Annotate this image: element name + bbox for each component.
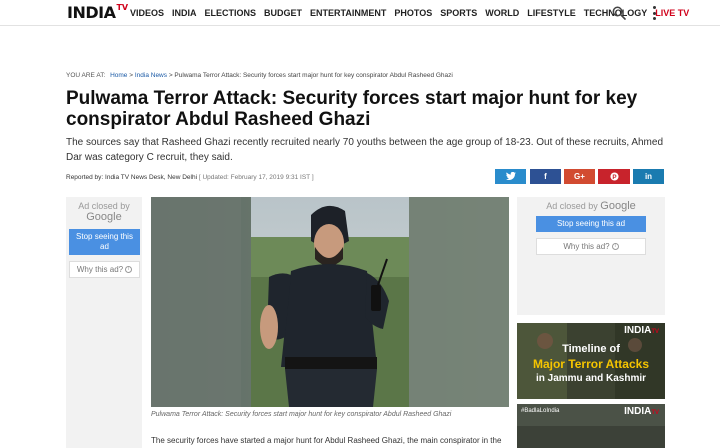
ad-closed-by-text: Ad closed by bbox=[546, 201, 598, 211]
nav-item-lifestyle[interactable]: LIFESTYLE bbox=[527, 8, 576, 18]
nav-item-world[interactable]: WORLD bbox=[485, 8, 519, 18]
photo-caption: Pulwama Terror Attack: Security forces s… bbox=[151, 411, 452, 418]
linkedin-icon: in bbox=[644, 172, 653, 181]
article-summary: The sources say that Rasheed Ghazi recen… bbox=[66, 137, 664, 163]
breadcrumb-section-link[interactable]: India News bbox=[135, 72, 167, 79]
nav-item-sports[interactable]: SPORTS bbox=[440, 8, 477, 18]
indiatv-logo[interactable]: INDIA TV bbox=[67, 3, 128, 23]
nav-item-photos[interactable]: PHOTOS bbox=[394, 8, 432, 18]
nav-item-india[interactable]: INDIA bbox=[172, 8, 197, 18]
breadcrumb-lead: YOU ARE AT: bbox=[66, 72, 106, 79]
logo-india-text: INDIA bbox=[67, 3, 116, 22]
soldier-photo bbox=[151, 197, 509, 407]
ad-google-text: Google bbox=[600, 200, 636, 212]
search-icon[interactable] bbox=[612, 6, 626, 20]
promo-badla-lo-india[interactable]: #BadlaLoIndia INDIATV bbox=[517, 404, 665, 448]
promo-logo-tv: TV bbox=[651, 329, 659, 335]
more-options-icon[interactable] bbox=[650, 5, 658, 21]
nav-item-entertainment[interactable]: ENTERTAINMENT bbox=[310, 8, 386, 18]
promo-indiatv-logo: INDIATV bbox=[624, 325, 659, 336]
article-headline: Pulwama Terror Attack: Security forces s… bbox=[66, 88, 638, 130]
nav-item-elections[interactable]: ELECTIONS bbox=[205, 8, 257, 18]
why-this-ad-label: Why this ad? bbox=[76, 265, 124, 274]
share-facebook-button[interactable]: f bbox=[530, 169, 561, 184]
breadcrumb: YOU ARE AT: Home > India News > Pulwama … bbox=[66, 72, 453, 79]
logo-tv-text: TV bbox=[116, 3, 129, 12]
byline: Reported by: India TV News Desk, New Del… bbox=[66, 174, 314, 181]
twitter-icon bbox=[505, 172, 516, 181]
ad-closed-label: Ad closed by Google bbox=[66, 197, 142, 223]
article-photo[interactable] bbox=[151, 197, 509, 407]
share-linkedin-button[interactable]: in bbox=[633, 169, 664, 184]
promo-logo-text: INDIA bbox=[624, 325, 652, 336]
promo2-logo-tv: TV bbox=[651, 410, 659, 416]
pinterest-icon: P bbox=[609, 172, 619, 181]
breadcrumb-home-link[interactable]: Home bbox=[110, 72, 127, 79]
nav-item-videos[interactable]: VIDEOS bbox=[130, 8, 164, 18]
byline-reporter: Reported by: India TV News Desk, New Del… bbox=[66, 174, 198, 181]
google-plus-icon: G+ bbox=[574, 172, 585, 181]
breadcrumb-current: Pulwama Terror Attack: Security forces s… bbox=[174, 72, 453, 79]
why-this-ad-label: Why this ad? bbox=[563, 242, 610, 251]
info-icon: i bbox=[125, 266, 133, 274]
byline-updated: [ Updated: February 17, 2019 9:31 IST ] bbox=[198, 174, 314, 181]
stop-seeing-ad-button[interactable]: Stop seeing this ad bbox=[69, 229, 140, 255]
ad-google-text: Google bbox=[86, 211, 122, 223]
promo-line2: Major Terror Attacks bbox=[532, 357, 650, 371]
article-body-first-line: The security forces have started a major… bbox=[151, 436, 502, 445]
facebook-icon: f bbox=[544, 172, 547, 181]
promo-terror-timeline[interactable]: INDIATV Timeline of Major Terror Attacks… bbox=[517, 323, 665, 399]
share-google-plus-button[interactable]: G+ bbox=[564, 169, 595, 184]
why-this-ad-button[interactable]: Why this ad? i bbox=[536, 238, 646, 255]
why-this-ad-button[interactable]: Why this ad? i bbox=[69, 261, 140, 278]
ad-left: Ad closed by Google Stop seeing this ad … bbox=[66, 197, 142, 448]
promo-line3: in Jammu and Kashmir bbox=[535, 373, 647, 384]
ad-closed-label: Ad closed by Google bbox=[517, 197, 665, 212]
pinterest-icon-letter: P bbox=[612, 174, 616, 181]
ad-right: Ad closed by Google Stop seeing this ad … bbox=[517, 197, 665, 315]
share-twitter-button[interactable] bbox=[495, 169, 526, 184]
top-navbar: INDIA TV VIDEOS INDIA ELECTIONS BUDGET E… bbox=[0, 0, 720, 26]
promo2-hashtag: #BadlaLoIndia bbox=[521, 408, 560, 414]
promo2-logo-text: INDIA bbox=[624, 406, 652, 417]
nav-item-live-tv[interactable]: LIVE TV bbox=[655, 8, 689, 18]
info-icon: i bbox=[611, 243, 619, 251]
nav-item-budget[interactable]: BUDGET bbox=[264, 8, 302, 18]
promo2-indiatv-logo: INDIATV bbox=[624, 406, 659, 417]
share-pinterest-button[interactable]: P bbox=[598, 169, 630, 184]
stop-seeing-ad-button[interactable]: Stop seeing this ad bbox=[536, 216, 646, 232]
promo-line1: Timeline of bbox=[562, 343, 620, 355]
